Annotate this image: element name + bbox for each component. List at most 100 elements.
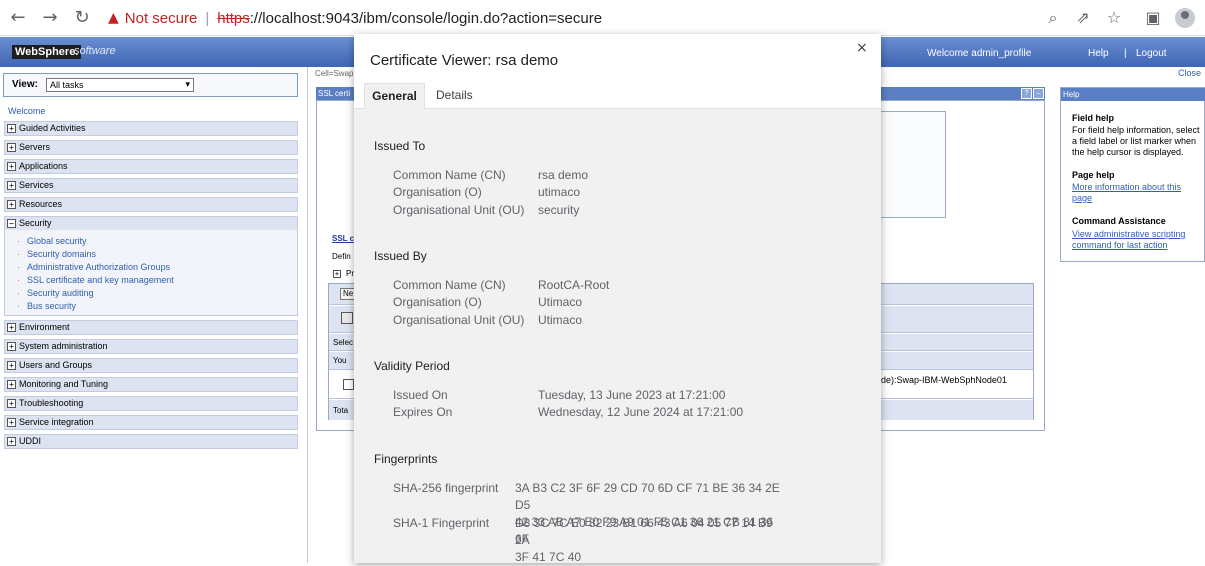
close-icon[interactable]: × bbox=[856, 40, 868, 56]
help-icon[interactable]: ? bbox=[1021, 88, 1032, 99]
breadcrumb: Cell=Swap bbox=[315, 69, 354, 78]
url-separator: | bbox=[205, 9, 210, 27]
field-label: Issued On bbox=[393, 388, 448, 402]
star-icon[interactable]: ☆ bbox=[1104, 8, 1124, 28]
share-icon[interactable]: ⇗ bbox=[1073, 8, 1093, 28]
back-icon[interactable]: ← bbox=[8, 8, 28, 28]
expand-icon: + bbox=[7, 200, 16, 209]
expand-icon: + bbox=[7, 162, 16, 171]
sha256-label: SHA-256 fingerprint bbox=[393, 481, 499, 495]
expand-icon[interactable]: + bbox=[333, 270, 341, 278]
nav-category[interactable]: + Environment bbox=[4, 320, 298, 335]
row-checkbox[interactable] bbox=[343, 379, 354, 390]
view-select[interactable]: All tasks ▾ bbox=[46, 78, 194, 92]
nav-category[interactable]: + Services bbox=[4, 178, 298, 193]
field-help-heading: Field help bbox=[1072, 113, 1115, 123]
view-select-value: All tasks bbox=[50, 80, 84, 90]
websphere-logo: WebSphere. bbox=[12, 45, 82, 59]
field-label: Organisation (O) bbox=[393, 295, 482, 309]
dialog-title: Certificate Viewer: rsa demo bbox=[370, 52, 559, 69]
preferences-label[interactable]: Pr bbox=[346, 269, 354, 278]
url-text: ://localhost:9043/ibm/console/login.do?a… bbox=[249, 9, 603, 27]
dialog-tabs: General Details bbox=[354, 83, 881, 109]
field-value: Tuesday, 13 June 2023 at 17:21:00 bbox=[538, 388, 726, 402]
help-panel: Help Field help For field help informati… bbox=[1060, 87, 1205, 262]
websphere-logo-suffix: software bbox=[74, 45, 116, 57]
view-label: View: bbox=[12, 79, 38, 90]
expand-icon: + bbox=[7, 399, 16, 408]
expand-icon: + bbox=[7, 323, 16, 332]
nav-category[interactable]: + Service integration bbox=[4, 415, 298, 430]
nav-category[interactable]: + UDDI bbox=[4, 434, 298, 449]
field-label: Expires On bbox=[393, 405, 453, 419]
field-label: Common Name (CN) bbox=[393, 168, 506, 182]
expand-icon: + bbox=[7, 143, 16, 152]
logout-link[interactable]: Logout bbox=[1136, 48, 1167, 59]
table-info-text: You bbox=[333, 356, 347, 365]
minimize-icon[interactable]: – bbox=[1033, 88, 1044, 99]
ssl-config-link[interactable]: SSL c bbox=[332, 234, 354, 243]
sidebar-item-global-security[interactable]: Global security bbox=[17, 236, 86, 246]
sidebar-item-admin-auth-groups[interactable]: Administrative Authorization Groups bbox=[17, 262, 170, 272]
expand-icon: + bbox=[7, 437, 16, 446]
address-bar[interactable]: ▲ Not secure | https ://localhost:9043/i… bbox=[108, 5, 602, 31]
forward-icon[interactable]: → bbox=[40, 8, 60, 28]
sidebar-icon[interactable]: ▣ bbox=[1143, 8, 1163, 28]
help-title: Help bbox=[1061, 88, 1205, 101]
nav-welcome-link[interactable]: Welcome bbox=[8, 106, 45, 116]
search-icon[interactable]: ⌕ bbox=[1043, 8, 1063, 28]
reload-icon[interactable]: ↻ bbox=[72, 8, 92, 28]
field-value: Wednesday, 12 June 2024 at 17:21:00 bbox=[538, 405, 744, 419]
profile-icon[interactable] bbox=[1175, 8, 1195, 28]
select-all-icon[interactable] bbox=[341, 312, 353, 324]
tab-general[interactable]: General bbox=[364, 83, 425, 109]
panel-titlebar: ? – bbox=[880, 87, 1045, 100]
nav-category[interactable]: + Servers bbox=[4, 140, 298, 155]
collapse-icon: − bbox=[7, 219, 16, 228]
definition-text: Defin bbox=[332, 252, 351, 261]
nav-divider[interactable] bbox=[307, 67, 308, 563]
browser-toolbar: ← → ↻ ▲ Not secure | https ://localhost:… bbox=[0, 0, 1205, 36]
dialog-body: Issued To Common Name (CN) rsa demo Orga… bbox=[354, 109, 881, 564]
sha1-value: D8 3C 7C E0 82 23 B1 66 43 A6 04 05 77 1… bbox=[515, 516, 773, 564]
help-link[interactable]: Help bbox=[1088, 48, 1109, 59]
select-column-header: Selec bbox=[333, 338, 354, 347]
row-node-text[interactable]: de):Swap-IBM-WebSphNode01 bbox=[881, 375, 1007, 385]
nav-category-security[interactable]: − Security bbox=[4, 216, 298, 231]
command-assistance-link[interactable]: View administrative scripting command fo… bbox=[1072, 229, 1205, 251]
nav-category[interactable]: + Guided Activities bbox=[4, 121, 298, 136]
warning-icon: ▲ bbox=[108, 10, 119, 26]
nav-category[interactable]: + Users and Groups bbox=[4, 358, 298, 373]
not-secure-label[interactable]: Not secure bbox=[125, 10, 198, 27]
issued-to-heading: Issued To bbox=[374, 139, 426, 153]
expand-icon: + bbox=[7, 418, 16, 427]
nav-category[interactable]: + Troubleshooting bbox=[4, 396, 298, 411]
command-assistance-heading: Command Assistance bbox=[1072, 216, 1166, 226]
nav-category[interactable]: + Monitoring and Tuning bbox=[4, 377, 298, 392]
view-filter: View: All tasks ▾ bbox=[3, 73, 298, 97]
sidebar-item-ssl-cert-mgmt[interactable]: SSL certificate and key management bbox=[17, 275, 174, 285]
url-scheme: https bbox=[217, 9, 250, 27]
close-help-link[interactable]: Close bbox=[1178, 68, 1201, 78]
nav-category[interactable]: + System administration bbox=[4, 339, 298, 354]
nav-category[interactable]: + Resources bbox=[4, 197, 298, 212]
tab-details[interactable]: Details bbox=[436, 83, 473, 109]
table-total: Tota bbox=[333, 406, 349, 415]
description-box bbox=[880, 111, 946, 218]
issued-by-heading: Issued By bbox=[374, 249, 427, 263]
sidebar-item-security-domains[interactable]: Security domains bbox=[17, 249, 96, 259]
fingerprints-heading: Fingerprints bbox=[374, 452, 438, 466]
field-value: Utimaco bbox=[538, 295, 583, 309]
expand-icon: + bbox=[7, 380, 16, 389]
expand-icon: + bbox=[7, 124, 16, 133]
page-help-link[interactable]: More information about this page bbox=[1072, 182, 1205, 204]
security-submenu: Global security Security domains Adminis… bbox=[4, 230, 298, 316]
field-value: RootCA-Root bbox=[538, 278, 610, 292]
nav-category[interactable]: + Applications bbox=[4, 159, 298, 174]
field-label: Organisational Unit (OU) bbox=[393, 313, 525, 327]
chevron-down-icon: ▾ bbox=[185, 80, 190, 90]
sidebar-item-security-auditing[interactable]: Security auditing bbox=[17, 288, 93, 298]
header-divider: | bbox=[1124, 48, 1127, 59]
sidebar-item-bus-security[interactable]: Bus security bbox=[17, 301, 76, 311]
field-value: Utimaco bbox=[538, 313, 583, 327]
